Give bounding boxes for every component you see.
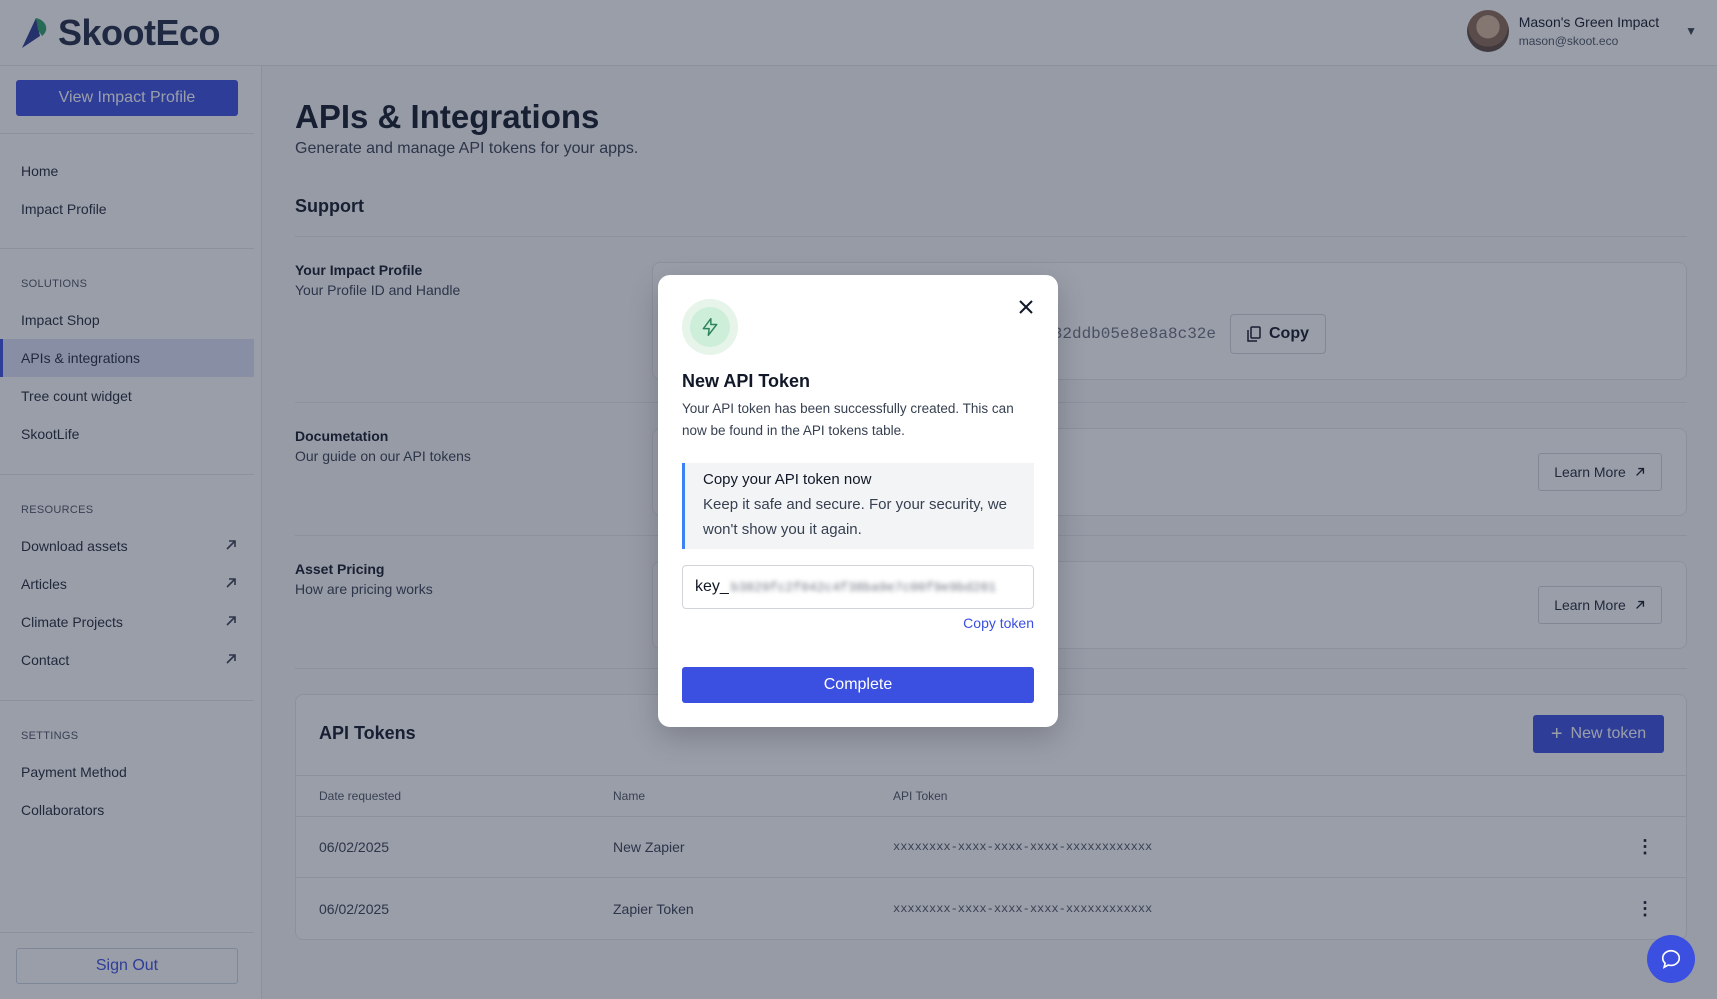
callout-title: Copy your API token now — [703, 471, 872, 488]
api-token-field[interactable]: key_ b3829fc2f042c4f38ba9e7c00f9e9bd281 — [682, 565, 1034, 609]
callout-body: Keep it safe and secure. For your securi… — [703, 496, 1008, 538]
chat-bubble-icon — [1661, 949, 1681, 969]
new-api-token-modal: New API Token Your API token has been su… — [658, 275, 1058, 727]
close-icon[interactable] — [1016, 297, 1036, 317]
token-masked-value: b3829fc2f042c4f38ba9e7c00f9e9bd281 — [730, 579, 997, 595]
complete-button[interactable]: Complete — [682, 667, 1034, 703]
modal-description: Your API token has been successfully cre… — [682, 401, 1014, 438]
modal-status-badge — [682, 299, 738, 355]
chat-button[interactable] — [1647, 935, 1695, 983]
modal-title: New API Token — [682, 371, 811, 391]
lightning-icon — [702, 317, 718, 337]
security-callout: Copy your API token now Keep it safe and… — [682, 463, 1034, 549]
token-prefix: key_ — [695, 578, 729, 595]
copy-token-link[interactable]: Copy token — [963, 615, 1034, 631]
